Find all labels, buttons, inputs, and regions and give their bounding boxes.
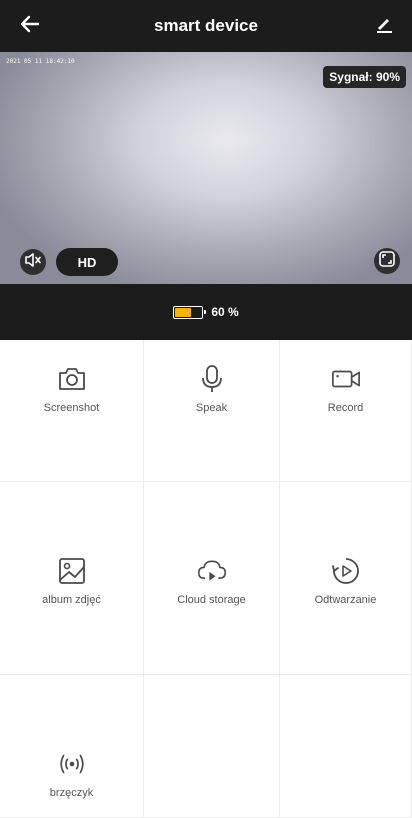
page-title: smart device <box>154 16 258 35</box>
quality-button[interactable]: HD <box>56 248 118 276</box>
fullscreen-icon <box>378 250 396 273</box>
screenshot-button[interactable]: Screenshot <box>0 340 144 482</box>
feature-label: Record <box>327 402 364 414</box>
playback-icon <box>331 556 361 586</box>
feature-label: album zdjęć <box>42 594 101 606</box>
speaker-muted-icon <box>24 252 42 273</box>
battery-icon <box>173 305 207 319</box>
empty-cell <box>144 675 280 818</box>
battery-level-text: 60 % <box>211 305 239 319</box>
edit-button[interactable] <box>368 10 400 42</box>
album-button[interactable]: album zdjęć <box>0 482 144 675</box>
feature-label: brzęczyk <box>49 787 94 799</box>
feature-label: Odtwarzanie <box>314 594 377 606</box>
buzzer-button[interactable]: brzęczyk <box>0 675 144 818</box>
video-camera-icon <box>331 364 361 394</box>
pencil-icon <box>374 14 394 39</box>
record-button[interactable]: Record <box>280 340 412 482</box>
video-preview[interactable]: 2021 05 11 18:42:10 Sygnał: 90% HD <box>0 52 412 284</box>
microphone-icon <box>197 364 227 394</box>
battery-fill <box>175 307 191 317</box>
signal-badge: Sygnał: 90% <box>323 66 406 88</box>
feature-grid: Screenshot Speak Record album zdjęć Clou… <box>0 340 412 818</box>
empty-cell <box>280 675 412 818</box>
feature-label: Speak <box>195 402 228 414</box>
arrow-left-icon <box>20 14 40 39</box>
video-timestamp: 2021 05 11 18:42:10 <box>6 58 75 65</box>
buzzer-icon <box>57 749 87 779</box>
image-icon <box>57 556 87 586</box>
cloud-play-icon <box>197 556 227 586</box>
top-bar: smart device <box>0 0 412 52</box>
back-button[interactable] <box>14 10 46 42</box>
camera-icon <box>57 364 87 394</box>
feature-label: Cloud storage <box>177 594 246 606</box>
playback-button[interactable]: Odtwarzanie <box>280 482 412 675</box>
feature-label: Screenshot <box>43 402 100 414</box>
speak-button[interactable]: Speak <box>144 340 280 482</box>
cloud-storage-button[interactable]: Cloud storage <box>144 482 280 675</box>
fullscreen-button[interactable] <box>374 248 400 274</box>
status-bar: 60 % <box>0 284 412 340</box>
mute-button[interactable] <box>20 249 46 275</box>
